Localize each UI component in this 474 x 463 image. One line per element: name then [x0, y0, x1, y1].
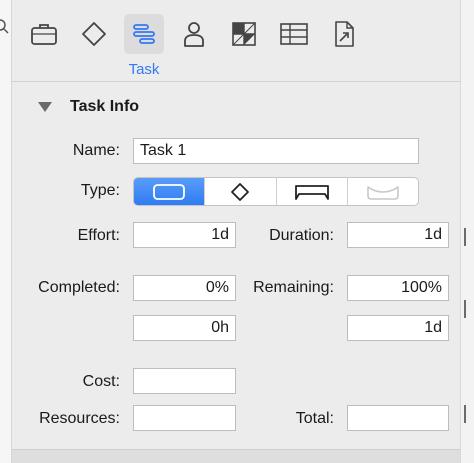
active-tab-label: Task [128, 61, 160, 78]
table-inspector-tab[interactable] [274, 14, 314, 54]
effort-label: Effort: [77, 227, 120, 244]
task-inspector-window: Task Task Info Name: Task 1 Type: Effort… [0, 0, 474, 463]
right-pane-edge [460, 0, 474, 463]
cost-field[interactable] [133, 368, 236, 394]
resources-label: Resources: [39, 410, 120, 427]
resources-field[interactable] [133, 405, 236, 431]
name-field[interactable]: Task 1 [133, 138, 419, 164]
remaining-percent-field[interactable]: 100% [347, 275, 449, 301]
document-inspector-tab[interactable] [324, 14, 364, 54]
resource-inspector-tab[interactable] [174, 14, 214, 54]
effort-field[interactable]: 1d [133, 222, 236, 248]
type-label: Type: [80, 182, 120, 199]
styles-inspector-tab[interactable] [224, 14, 264, 54]
total-label: Total: [295, 410, 334, 427]
search-icon[interactable] [0, 18, 9, 34]
inspector-toolbar: Task [12, 0, 460, 82]
briefcase-icon [31, 24, 57, 45]
type-option-hammock[interactable] [348, 178, 418, 205]
completed-percent-field[interactable]: 0% [133, 275, 236, 301]
hammock-shape-icon [367, 185, 399, 200]
pane-divider-mark [464, 405, 466, 423]
left-pane-edge [0, 0, 12, 463]
duration-field[interactable]: 1d [347, 222, 449, 248]
cost-label: Cost: [82, 373, 120, 390]
task-bars-icon [133, 24, 155, 44]
duration-label: Duration: [269, 227, 334, 244]
table-icon [280, 23, 308, 45]
pane-divider-mark [464, 300, 466, 318]
export-document-icon [335, 21, 354, 47]
type-option-task[interactable] [134, 178, 206, 205]
type-option-milestone[interactable] [205, 178, 277, 205]
milestone-inspector-tab[interactable] [74, 14, 114, 54]
task-inspector-tab[interactable] [124, 14, 164, 54]
project-inspector-tab[interactable] [24, 14, 64, 54]
task-shape-icon [153, 183, 186, 200]
milestone-shape-icon [231, 182, 250, 201]
disclosure-triangle-icon[interactable] [38, 102, 52, 112]
remaining-label: Remaining: [253, 279, 334, 296]
type-segmented-control[interactable] [133, 177, 419, 206]
remaining-days-field[interactable]: 1d [347, 315, 449, 341]
grid-pattern-icon [232, 22, 257, 46]
person-icon [184, 22, 204, 47]
pane-divider-mark [464, 228, 466, 246]
milestone-diamond-icon [82, 22, 106, 46]
type-option-group[interactable] [277, 178, 348, 205]
completed-hours-field[interactable]: 0h [133, 315, 236, 341]
completed-label: Completed: [38, 279, 120, 296]
total-field[interactable] [347, 405, 449, 431]
name-label: Name: [72, 142, 120, 159]
bottom-divider [12, 449, 460, 463]
group-shape-icon [294, 184, 329, 200]
section-title: Task Info [70, 98, 140, 115]
